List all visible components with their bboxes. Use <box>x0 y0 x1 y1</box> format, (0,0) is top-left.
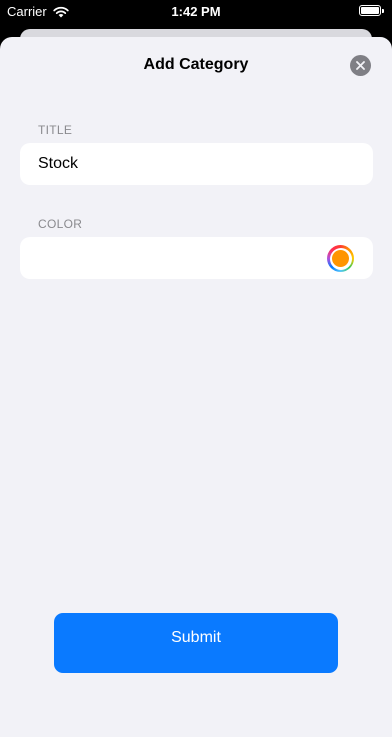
xmark-icon <box>356 61 365 70</box>
color-field-card[interactable] <box>20 237 373 279</box>
sheet-title: Add Category <box>143 56 249 73</box>
battery-nub <box>382 8 384 13</box>
color-section-label: COLOR <box>38 217 83 231</box>
status-right <box>359 5 384 16</box>
title-section-label: TITLE <box>38 123 73 137</box>
submit-button[interactable]: Submit <box>54 613 338 673</box>
status-time: 1:42 PM <box>171 4 221 19</box>
battery-fill <box>361 7 379 14</box>
color-well-ring <box>329 247 352 270</box>
color-picker-well[interactable] <box>327 245 354 272</box>
selected-color-swatch <box>332 250 349 267</box>
battery-icon <box>359 5 381 16</box>
close-button[interactable] <box>350 55 371 76</box>
title-input[interactable] <box>38 143 338 185</box>
title-field-card <box>20 143 373 185</box>
status-bar: Carrier 1:42 PM <box>0 0 392 24</box>
